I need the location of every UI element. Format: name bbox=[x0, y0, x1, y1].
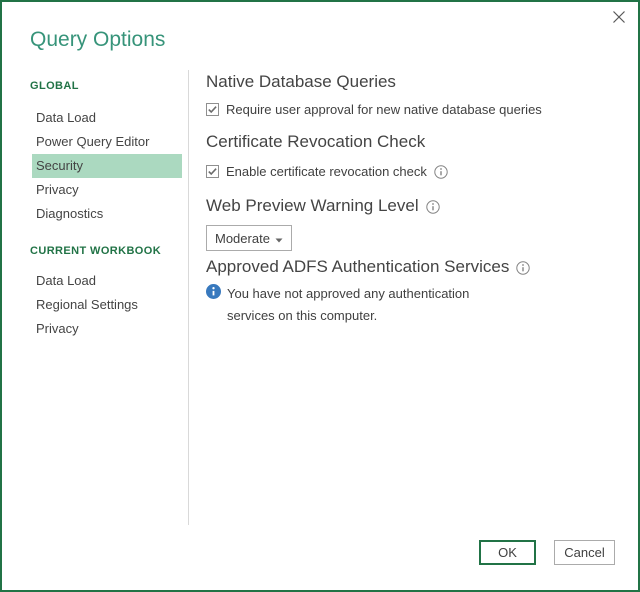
chevron-down-icon bbox=[275, 231, 283, 246]
enable-cert-check-label: Enable certificate revocation check bbox=[226, 164, 427, 179]
adfs-heading: Approved ADFS Authentication Services bbox=[206, 257, 509, 277]
web-preview-heading-row: Web Preview Warning Level bbox=[206, 196, 440, 216]
sidebar-item-diagnostics[interactable]: Diagnostics bbox=[32, 202, 182, 226]
sidebar-item-workbook-privacy[interactable]: Privacy bbox=[32, 317, 182, 341]
adfs-heading-row: Approved ADFS Authentication Services bbox=[206, 257, 530, 277]
require-approval-checkbox[interactable] bbox=[206, 103, 219, 116]
sidebar-item-data-load[interactable]: Data Load bbox=[32, 106, 182, 130]
info-filled-icon bbox=[206, 284, 221, 327]
sidebar: GLOBAL Data Load Power Query Editor Secu… bbox=[30, 80, 182, 341]
info-icon[interactable] bbox=[434, 165, 448, 179]
require-approval-label: Require user approval for new native dat… bbox=[226, 102, 542, 117]
ok-button[interactable]: OK bbox=[479, 540, 536, 565]
info-icon[interactable] bbox=[426, 200, 440, 214]
enable-cert-check-row: Enable certificate revocation check bbox=[206, 163, 448, 179]
sidebar-item-privacy[interactable]: Privacy bbox=[32, 178, 182, 202]
native-db-heading: Native Database Queries bbox=[206, 72, 396, 92]
close-icon bbox=[612, 10, 626, 29]
cert-check-heading: Certificate Revocation Check bbox=[206, 132, 425, 152]
sidebar-workbook-list: Data Load Regional Settings Privacy bbox=[30, 269, 182, 341]
query-options-dialog: Query Options GLOBAL Data Load Power Que… bbox=[0, 0, 640, 592]
adfs-note: You have not approved any authentication… bbox=[206, 283, 469, 327]
info-icon[interactable] bbox=[516, 261, 530, 275]
warning-level-value: Moderate bbox=[215, 231, 270, 246]
sidebar-section-global: GLOBAL bbox=[30, 80, 182, 92]
sidebar-global-list: Data Load Power Query Editor Security Pr… bbox=[30, 106, 182, 226]
sidebar-item-regional-settings[interactable]: Regional Settings bbox=[32, 293, 182, 317]
sidebar-item-power-query-editor[interactable]: Power Query Editor bbox=[32, 130, 182, 154]
adfs-note-line2: services on this computer. bbox=[227, 308, 377, 323]
close-button[interactable] bbox=[610, 10, 628, 28]
adfs-note-text: You have not approved any authentication… bbox=[227, 283, 469, 327]
sidebar-section-current-workbook: CURRENT WORKBOOK bbox=[30, 245, 182, 257]
dialog-title: Query Options bbox=[30, 28, 165, 52]
cert-check-heading-row: Certificate Revocation Check bbox=[206, 132, 425, 152]
web-preview-heading: Web Preview Warning Level bbox=[206, 196, 419, 216]
cancel-button[interactable]: Cancel bbox=[554, 540, 615, 565]
native-db-heading-row: Native Database Queries bbox=[206, 72, 396, 92]
warning-level-dropdown[interactable]: Moderate bbox=[206, 225, 292, 251]
sidebar-divider bbox=[188, 70, 189, 525]
sidebar-item-security[interactable]: Security bbox=[32, 154, 182, 178]
require-approval-row: Require user approval for new native dat… bbox=[206, 101, 542, 117]
adfs-note-line1: You have not approved any authentication bbox=[227, 286, 469, 301]
enable-cert-check-checkbox[interactable] bbox=[206, 165, 219, 178]
sidebar-item-workbook-data-load[interactable]: Data Load bbox=[32, 269, 182, 293]
